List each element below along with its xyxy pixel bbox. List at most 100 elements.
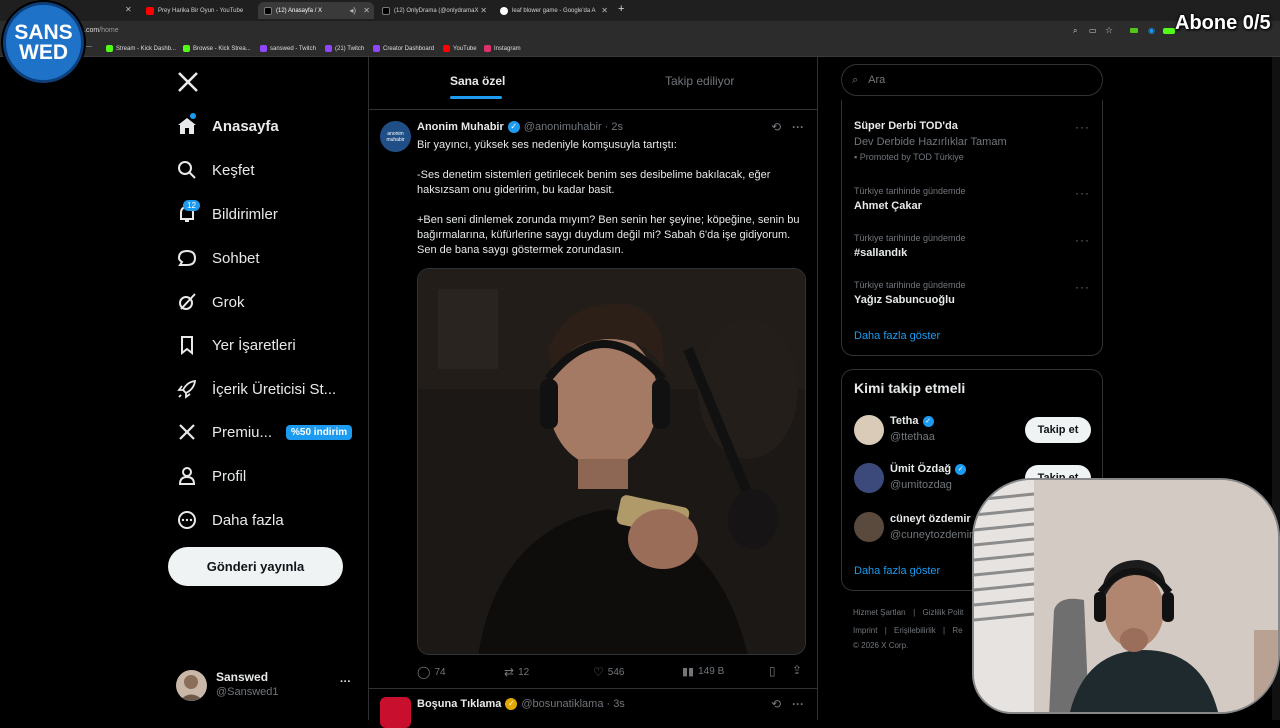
nav-creator-studio[interactable]: İçerik Üreticisi St... <box>176 374 336 404</box>
more-circle-icon <box>176 509 198 531</box>
trend-item[interactable]: Türkiye tarihinde gündemde Ahmet Çakar <box>854 186 966 212</box>
post-button[interactable]: Gönderi yayınla <box>168 547 343 586</box>
nav-profile[interactable]: Profil <box>176 461 246 491</box>
new-tab-button[interactable]: + <box>618 3 624 15</box>
bookmark-icon[interactable]: ▯ <box>769 664 776 678</box>
bookmark-item[interactable]: Instagram <box>484 45 521 52</box>
bookmarks-chevron-icon[interactable]: — <box>86 44 92 50</box>
tweet-handle[interactable]: @bosunatiklama <box>521 698 603 710</box>
nav-more[interactable]: Daha fazla <box>176 505 284 535</box>
avatar[interactable] <box>854 415 884 445</box>
avatar[interactable] <box>854 463 884 493</box>
more-icon[interactable]: ··· <box>1075 120 1090 134</box>
bookmark-item[interactable]: Browse - Kick Strea... <box>183 45 251 52</box>
tab-for-you[interactable]: Sana özel <box>450 74 505 88</box>
follow-button[interactable]: Takip et <box>1025 417 1091 443</box>
bookmark-item[interactable]: sanswed - Twitch <box>260 45 316 52</box>
tweet-avatar[interactable] <box>380 697 411 728</box>
footer-link[interactable]: Gizlilik Polit <box>922 608 963 617</box>
trend-context: Türkiye tarihinde gündemde <box>854 280 966 290</box>
grok-icon[interactable]: ⟲ <box>771 120 781 134</box>
search-input[interactable]: ⌕ Ara <box>841 64 1103 96</box>
bookmark-item[interactable]: (21) Twitch <box>325 45 364 52</box>
nav-chat[interactable]: Sohbet <box>176 243 260 273</box>
star-icon[interactable]: ☆ <box>1105 25 1113 36</box>
tab-following[interactable]: Takip ediliyor <box>665 74 734 88</box>
browser-tab[interactable]: Prey Harika Bir Oyun - YouTube <box>140 2 258 19</box>
show-more-follow-link[interactable]: Daha fazla göster <box>854 565 940 577</box>
browser-tab[interactable]: (12) OnlyDrama (@onlydramaX ✕ <box>376 2 491 19</box>
bookmark-item[interactable]: Creator Dashboard <box>373 45 434 52</box>
nav-label: Bildirimler <box>212 205 278 223</box>
address-bar[interactable]: .com/home ⌕ ▭ ☆ ◉ <box>0 21 1280 41</box>
bookmark-label: Creator Dashboard <box>383 45 435 52</box>
kick-extension-icon[interactable] <box>1163 28 1175 34</box>
bookmark-label: sanswed - Twitch <box>270 45 316 52</box>
trend-item[interactable]: Türkiye tarihinde gündemde Yağız Sabuncu… <box>854 280 966 306</box>
repost-action[interactable]: ⇄ 12 <box>504 665 529 679</box>
footer-link[interactable]: Re <box>952 626 962 635</box>
zoom-icon[interactable]: ⌕ <box>1073 26 1077 36</box>
tweet-time[interactable]: · 2s <box>605 121 623 133</box>
more-icon[interactable]: ··· <box>792 697 804 711</box>
column-divider <box>817 57 818 720</box>
nav-home[interactable]: Anasayfa <box>176 111 279 141</box>
bookmark-item[interactable]: Stream - Kick Dashb... <box>106 45 176 52</box>
suggestion-name[interactable]: cüneyt özdemir <box>890 513 971 525</box>
tweet-author[interactable]: Anonim Muhabir <box>417 121 504 133</box>
tab-label: (12) OnlyDrama (@onlydramaX <box>394 7 479 14</box>
x-logo-icon[interactable] <box>176 70 200 94</box>
close-tab-icon[interactable]: ✕ <box>363 6 370 15</box>
nav-premium[interactable]: Premiu... %50 indirim <box>176 417 353 447</box>
analytics-icon: ▮▮ <box>682 666 695 678</box>
verified-badge-icon: ✓ <box>955 463 967 475</box>
bookmark-item[interactable]: YouTube <box>443 45 477 52</box>
premium-discount-badge: %50 indirim <box>286 424 353 440</box>
tweet-time[interactable]: · 3s <box>606 698 624 710</box>
views-action[interactable]: ▮▮ 149 B <box>682 665 724 678</box>
cast-icon[interactable]: ▭ <box>1089 26 1097 35</box>
close-tab-icon[interactable]: ✕ <box>601 6 608 15</box>
account-switcher[interactable]: Sanswed @Sanswed1 ··· <box>176 668 356 704</box>
tweet-avatar[interactable]: anonim muhabir <box>380 121 411 152</box>
more-icon[interactable]: ··· <box>340 676 351 688</box>
tweet-handle[interactable]: @anonimuhabir <box>524 121 602 133</box>
extension-icon[interactable]: ◉ <box>1148 26 1155 35</box>
nav-label: Daha fazla <box>212 511 284 529</box>
show-more-trends-link[interactable]: Daha fazla göster <box>854 330 940 342</box>
more-icon[interactable]: ··· <box>1075 233 1090 247</box>
nav-explore[interactable]: Keşfet <box>176 155 255 185</box>
grok-icon[interactable]: ⟲ <box>771 697 781 711</box>
nav-bookmarks[interactable]: Yer İşaretleri <box>176 330 296 360</box>
tweet-author[interactable]: Boşuna Tıklama <box>417 698 501 710</box>
speaker-icon[interactable]: ◂) <box>349 6 356 15</box>
suggestion-name[interactable]: Ümit Özdağ ✓ <box>890 463 967 475</box>
browser-tab-active[interactable]: (12) Anasayfa / X ◂) ✕ <box>258 2 374 19</box>
trend-context: Türkiye tarihinde gündemde <box>854 233 966 243</box>
close-tab-icon[interactable]: ✕ <box>125 5 132 14</box>
subscriber-goal: Abone 0/5 <box>1175 12 1271 34</box>
footer-link[interactable]: Erişilebilirlik <box>894 626 936 635</box>
browser-tab[interactable]: leaf blower game - Google'da A ✕ <box>494 2 612 19</box>
share-icon[interactable]: ⇪ <box>792 663 802 677</box>
extension-icon[interactable] <box>1130 28 1138 33</box>
suggestion-name[interactable]: Tetha ✓ <box>890 415 934 427</box>
logo-text: SANS <box>14 20 73 44</box>
webcam-overlay <box>972 478 1280 714</box>
more-icon[interactable]: ··· <box>1075 280 1090 294</box>
close-tab-icon[interactable]: ✕ <box>480 6 487 15</box>
x-favicon-icon <box>382 6 390 15</box>
footer-link[interactable]: Hizmet Şartları <box>853 608 906 617</box>
view-count: 149 B <box>698 666 725 677</box>
more-icon[interactable]: ··· <box>1075 186 1090 200</box>
trend-item[interactable]: Süper Derbi TOD'da Dev Derbide Hazırlıkl… <box>854 120 1007 162</box>
footer-link[interactable]: Imprint <box>853 626 877 635</box>
bookmark-icon <box>176 334 198 356</box>
tweet-video[interactable] <box>417 268 806 655</box>
reply-action[interactable]: ◯ 74 <box>417 665 446 679</box>
more-icon[interactable]: ··· <box>792 120 804 134</box>
nav-grok[interactable]: Grok <box>176 287 245 317</box>
avatar[interactable] <box>854 512 884 542</box>
trend-item[interactable]: Türkiye tarihinde gündemde #sallandık <box>854 233 966 259</box>
like-action[interactable]: ♡ 546 <box>593 665 624 679</box>
